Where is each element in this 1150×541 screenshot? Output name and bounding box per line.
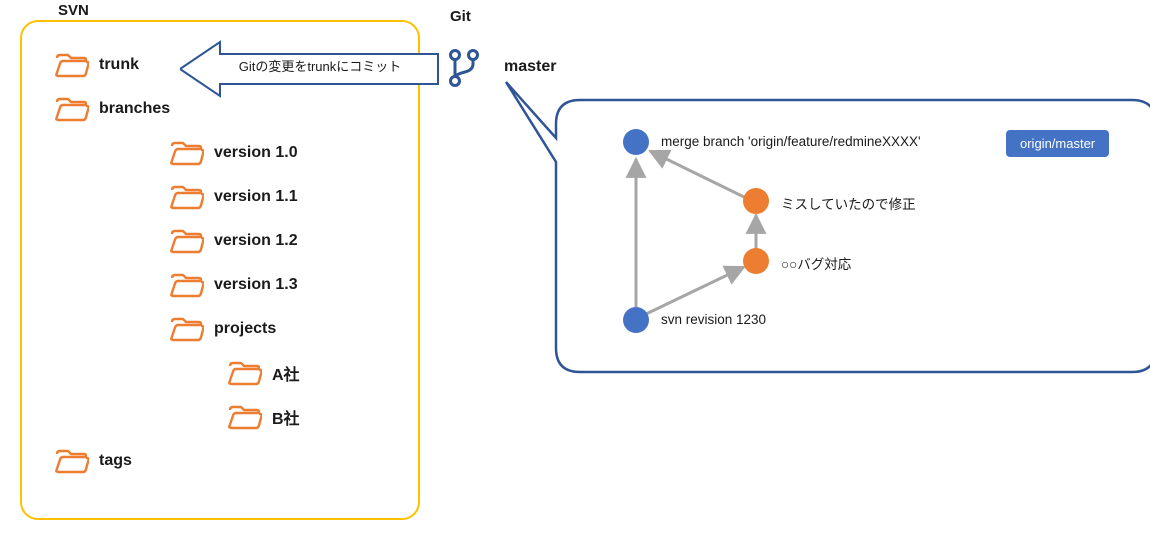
commit-label: ○○バグ対応 [781, 253, 851, 273]
folder-label: version 1.3 [214, 276, 298, 294]
git-branch-icon [447, 48, 481, 93]
commit-label: svn revision 1230 [661, 312, 766, 327]
folder-label: B社 [272, 405, 300, 429]
folder-row: projects [170, 316, 276, 342]
folder-label: A社 [272, 361, 300, 385]
folder-open-icon [56, 99, 88, 120]
folder-row: trunk [55, 52, 139, 78]
folder-row: tags [55, 448, 132, 474]
folder-label: trunk [99, 56, 139, 74]
folder-open-icon [171, 143, 203, 164]
folder-label: branches [99, 100, 170, 118]
folder-row: B社 [228, 404, 300, 430]
folder-label: version 1.0 [214, 144, 298, 162]
origin-master-badge: origin/master [1006, 130, 1109, 157]
commit-label: ミスしていたので修正 [781, 193, 916, 213]
folder-row: version 1.0 [170, 140, 298, 166]
folder-row: A社 [228, 360, 300, 386]
diagram-canvas: SVN trunk branches version 1.0 version 1… [0, 0, 1150, 541]
folder-row: branches [55, 96, 170, 122]
folder-open-icon [171, 275, 203, 296]
folder-open-icon [56, 451, 88, 472]
commit-label: merge branch 'origin/feature/redmineXXXX… [661, 134, 921, 149]
folder-open-icon [229, 363, 261, 384]
commit-history-bubble: origin/master merge branch 'origin/featu… [556, 100, 1136, 372]
folder-label: tags [99, 452, 132, 470]
folder-label: version 1.1 [214, 188, 298, 206]
folder-open-icon [229, 407, 261, 428]
git-title: Git [450, 8, 471, 25]
folder-row: version 1.2 [170, 228, 298, 254]
folder-open-icon [171, 187, 203, 208]
folder-label: projects [214, 320, 276, 338]
folder-open-icon [171, 231, 203, 252]
folder-open-icon [56, 55, 88, 76]
commit-arrow-label: Gitの変更をtrunkにコミット [220, 56, 420, 75]
folder-open-icon [171, 319, 203, 340]
svn-title: SVN [52, 2, 95, 19]
folder-row: version 1.1 [170, 184, 298, 210]
folder-row: version 1.3 [170, 272, 298, 298]
folder-label: version 1.2 [214, 232, 298, 250]
